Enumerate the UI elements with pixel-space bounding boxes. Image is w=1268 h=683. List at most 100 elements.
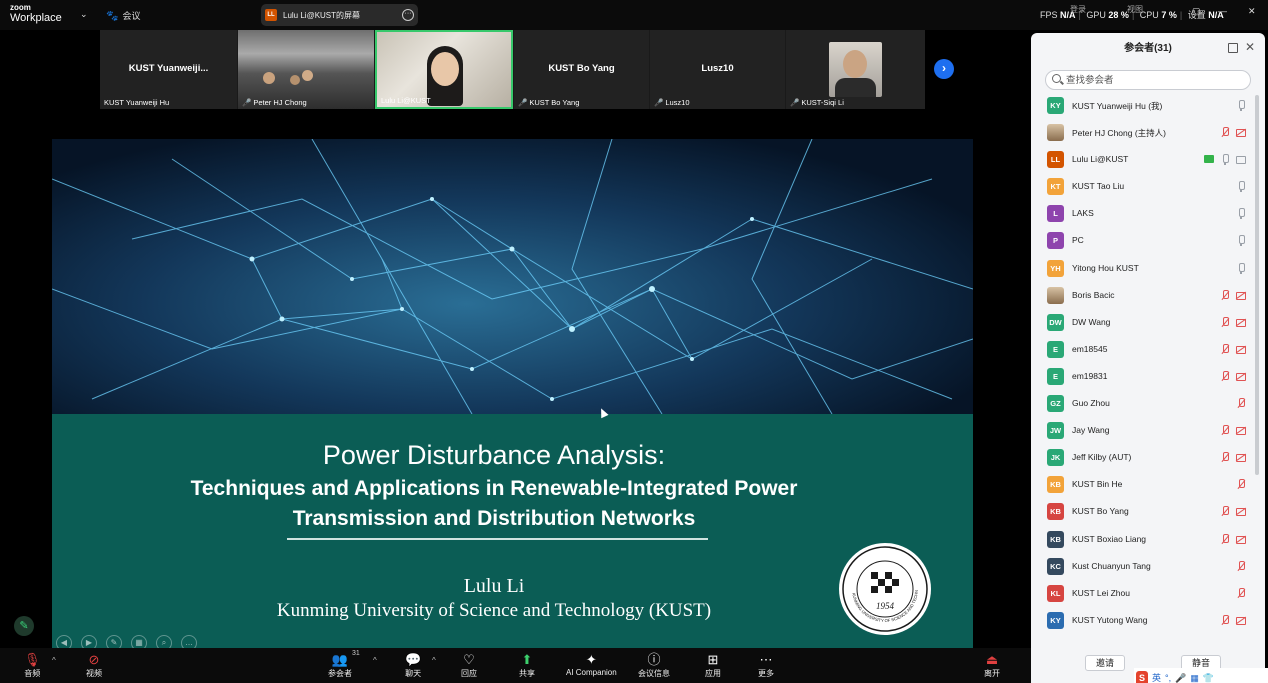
participant-row[interactable]: KB KUST Bin He bbox=[1031, 471, 1265, 498]
participants-button[interactable]: 👥 参会者 bbox=[328, 652, 352, 679]
camera-off-icon[interactable] bbox=[1236, 290, 1246, 301]
microphone-muted-icon[interactable] bbox=[1236, 398, 1246, 409]
minimize-icon[interactable]: — bbox=[1218, 6, 1227, 16]
microphone-muted-icon[interactable] bbox=[1220, 127, 1230, 138]
camera-off-icon[interactable] bbox=[1236, 344, 1246, 355]
participant-row[interactable]: Eem18545 bbox=[1031, 336, 1265, 363]
voice-icon[interactable]: 🎤 bbox=[1175, 671, 1186, 683]
camera-off-icon[interactable] bbox=[1236, 615, 1246, 626]
screen-share-indicator[interactable]: LL Lulu Li@KUST的屏幕 ··· bbox=[261, 4, 418, 26]
camera-off-icon[interactable] bbox=[1236, 371, 1246, 382]
zoom-logo[interactable]: zoom Workplace bbox=[10, 4, 62, 24]
participant-row[interactable]: KC Kust Chuanyun Tang bbox=[1031, 553, 1265, 580]
microphone-icon[interactable] bbox=[1236, 235, 1246, 247]
participant-search[interactable] bbox=[1045, 70, 1251, 90]
video-tile[interactable]: 🎤 KUST-Siqi Li bbox=[786, 30, 925, 109]
popout-icon[interactable] bbox=[1228, 43, 1238, 53]
camera-off-icon[interactable] bbox=[1236, 534, 1246, 545]
camera-icon[interactable] bbox=[1236, 127, 1246, 138]
participants-options-chevron-icon[interactable]: ^ bbox=[373, 656, 377, 665]
microphone-muted-icon[interactable] bbox=[1236, 560, 1246, 572]
participant-row[interactable]: YH Yitong Hou KUST bbox=[1031, 255, 1265, 282]
microphone-muted-icon[interactable] bbox=[1220, 316, 1230, 328]
list-scrollbar[interactable] bbox=[1255, 95, 1259, 475]
meeting-menu[interactable]: 🐾 会议 bbox=[106, 9, 140, 22]
person-video bbox=[290, 75, 300, 85]
microphone-icon[interactable] bbox=[1220, 154, 1230, 166]
participant-row[interactable]: L LAKS bbox=[1031, 200, 1265, 227]
previous-slide-icon[interactable]: ◀ bbox=[56, 635, 72, 649]
microphone-muted-icon[interactable] bbox=[1220, 425, 1230, 436]
participant-row[interactable]: KB KUST Boxiao Liang bbox=[1031, 526, 1265, 553]
share-screen-button[interactable]: ⬆ 共享 bbox=[519, 652, 535, 679]
skin-icon[interactable]: 👕 bbox=[1203, 671, 1214, 683]
microphone-muted-icon[interactable] bbox=[1220, 343, 1230, 355]
microphone-icon[interactable] bbox=[1236, 181, 1246, 193]
camera-icon[interactable] bbox=[1236, 154, 1246, 165]
microphone-muted-icon[interactable] bbox=[1220, 370, 1230, 382]
participant-row[interactable]: JW Jay Wang bbox=[1031, 417, 1265, 444]
slides-grid-icon[interactable]: ▦ bbox=[131, 635, 147, 649]
participant-row[interactable]: KY KUST Yuanweiji Hu (我) bbox=[1031, 92, 1265, 119]
participant-row[interactable]: KL KUST Lei Zhou bbox=[1031, 580, 1265, 607]
more-options-icon[interactable]: ··· bbox=[402, 9, 414, 21]
search-input[interactable] bbox=[1066, 74, 1246, 87]
camera-off-icon[interactable] bbox=[1236, 506, 1246, 517]
participant-row[interactable]: P PC bbox=[1031, 227, 1265, 254]
microphone-icon[interactable] bbox=[1236, 262, 1246, 274]
pen-icon[interactable]: ✎ bbox=[106, 635, 122, 649]
ime-language[interactable]: 英 bbox=[1152, 671, 1161, 683]
audio-button[interactable]: 🎙 音频 bbox=[24, 652, 41, 679]
microphone-muted-icon[interactable] bbox=[1220, 614, 1230, 626]
annotate-pen-button[interactable]: ✎ bbox=[14, 616, 34, 636]
zoom-icon[interactable]: ⌕ bbox=[156, 635, 172, 649]
participant-row[interactable]: Peter HJ Chong (主持人) bbox=[1031, 119, 1265, 146]
microphone-icon[interactable] bbox=[1236, 100, 1246, 111]
microphone-muted-icon[interactable] bbox=[1220, 506, 1230, 517]
more-icon[interactable]: … bbox=[181, 635, 197, 649]
microphone-muted-icon[interactable] bbox=[1220, 452, 1230, 463]
next-page-button[interactable]: › bbox=[934, 59, 954, 79]
camera-off-icon[interactable] bbox=[1236, 317, 1246, 328]
apps-button[interactable]: ⊞ 应用 bbox=[705, 652, 721, 679]
reactions-button[interactable]: ♡ 回应 bbox=[461, 652, 477, 679]
audio-options-chevron-icon[interactable]: ^ bbox=[52, 656, 56, 665]
camera-off-icon[interactable] bbox=[1236, 452, 1246, 463]
video-tile-active-speaker[interactable]: Lulu Li@KUST bbox=[375, 30, 513, 109]
chevron-down-icon[interactable]: ⌄ bbox=[80, 9, 88, 20]
chat-button[interactable]: 💬 聊天 bbox=[405, 652, 421, 679]
video-tile[interactable]: KUST Yuanweiji... KUST Yuanweiji Hu bbox=[100, 30, 237, 109]
participant-row[interactable]: KB KUST Bo Yang bbox=[1031, 498, 1265, 525]
participant-row[interactable]: GZ Guo Zhou bbox=[1031, 390, 1265, 417]
keyboard-icon[interactable]: ▦ bbox=[1190, 671, 1199, 683]
more-button[interactable]: ⋯ 更多 bbox=[758, 652, 774, 679]
participant-row[interactable]: LL Lulu Li@KUST bbox=[1031, 146, 1265, 173]
microphone-muted-icon[interactable] bbox=[1236, 479, 1246, 490]
participant-row[interactable]: DW DW Wang bbox=[1031, 309, 1265, 336]
close-window-icon[interactable]: ✕ bbox=[1248, 6, 1256, 17]
participant-row[interactable]: KT KUST Tao Liu bbox=[1031, 173, 1265, 200]
video-tile[interactable]: 🎤 Peter HJ Chong bbox=[238, 30, 374, 109]
video-tile[interactable]: Lusz10 🎤 Lusz10 bbox=[650, 30, 785, 109]
participant-row[interactable]: Boris Bacic bbox=[1031, 282, 1265, 309]
chat-options-chevron-icon[interactable]: ^ bbox=[432, 656, 436, 665]
restore-icon[interactable]: ▢ bbox=[1192, 6, 1201, 17]
video-tile[interactable]: KUST Bo Yang 🎤 KUST Bo Yang bbox=[514, 30, 649, 109]
participant-row[interactable]: JK Jeff Kilby (AUT) bbox=[1031, 444, 1265, 471]
invite-button[interactable]: 邀请 bbox=[1085, 655, 1126, 671]
next-slide-icon[interactable]: ▶ bbox=[81, 635, 97, 649]
participant-row[interactable]: Eem19831 bbox=[1031, 363, 1265, 390]
participant-row[interactable]: KY KUST Yutong Wang bbox=[1031, 607, 1265, 634]
leave-button[interactable]: ⏏ 离开 bbox=[984, 652, 1000, 679]
microphone-muted-icon[interactable] bbox=[1236, 587, 1246, 599]
microphone-muted-icon[interactable] bbox=[1220, 533, 1230, 545]
video-button[interactable]: ⊘ 视频 bbox=[86, 652, 102, 679]
meeting-info-button[interactable]: ⓘ 会议信息 bbox=[638, 652, 670, 679]
microphone-muted-icon[interactable] bbox=[1220, 289, 1230, 301]
ai-companion-button[interactable]: ✦ AI Companion bbox=[566, 652, 617, 677]
close-panel-icon[interactable]: ✕ bbox=[1245, 41, 1255, 53]
punctuation-icon[interactable]: °, bbox=[1165, 671, 1171, 683]
microphone-icon[interactable] bbox=[1236, 208, 1246, 220]
sogou-icon[interactable]: S bbox=[1136, 671, 1149, 683]
camera-off-icon[interactable] bbox=[1236, 425, 1246, 436]
